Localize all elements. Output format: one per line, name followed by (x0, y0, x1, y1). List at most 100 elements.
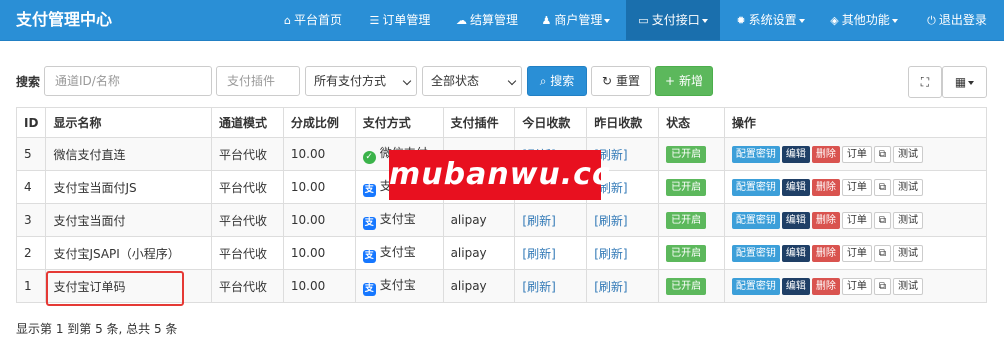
test-button[interactable]: 测试 (893, 178, 924, 196)
refresh-icon: ↻ (602, 74, 613, 88)
delete-button[interactable]: 删除 (811, 178, 840, 196)
column-header[interactable]: 昨日收款 (586, 107, 660, 138)
row-id: 4 (24, 180, 32, 194)
table-cell: [刷新] (514, 203, 588, 237)
copy-icon[interactable]: ⧉ (873, 145, 892, 163)
table-cell: 10.00 (282, 269, 356, 303)
edit-button[interactable]: 编辑 (781, 277, 810, 295)
column-header[interactable]: 支付方式 (354, 107, 444, 138)
columns-toggle-button[interactable]: ▦ (942, 66, 987, 98)
copy-icon[interactable]: ⧉ (873, 244, 892, 262)
config-key-button[interactable]: 配置密钥 (731, 211, 780, 229)
table-cell: alipay (442, 203, 516, 237)
nav-item-label: 支付接口 (651, 13, 700, 27)
nav-item-label: 结算管理 (469, 13, 518, 27)
orders-button[interactable]: 订单 (841, 145, 872, 163)
status-badge[interactable]: 已开启 (666, 178, 707, 196)
copy-icon[interactable]: ⧉ (873, 211, 892, 229)
nav-item-3[interactable]: ♟ 商户管理 (533, 0, 619, 40)
status-select[interactable]: 全部状态 (422, 66, 522, 96)
nav-item-2[interactable]: ☁ 结算管理 (447, 0, 527, 40)
add-button[interactable]: + 新增 (655, 66, 713, 96)
config-key-button[interactable]: 配置密钥 (731, 145, 780, 163)
test-button[interactable]: 测试 (893, 244, 924, 262)
status-badge[interactable]: 已开启 (666, 244, 707, 262)
nav-item-label: 订单管理 (382, 13, 431, 27)
search-icon: ⌕ (539, 74, 547, 88)
yesterday-income-refresh-link[interactable]: [刷新] (594, 214, 627, 228)
edit-button[interactable]: 编辑 (781, 178, 810, 196)
column-header[interactable]: 显示名称 (45, 107, 213, 138)
brand-title[interactable]: 支付管理中心 (16, 0, 112, 40)
pay-type: 支付宝 (379, 278, 416, 292)
actions-cell: 配置密钥 编辑 删除 订单 ⧉ 测试 (723, 203, 988, 237)
config-key-button[interactable]: 配置密钥 (731, 244, 780, 262)
column-header[interactable]: 状态 (658, 107, 725, 138)
column-header[interactable]: ID (15, 107, 47, 138)
channel-search-input[interactable]: 通道ID/名称 (44, 66, 212, 96)
pay-type: 支付宝 (379, 212, 416, 226)
table-cell: 10.00 (282, 236, 356, 270)
reset-button[interactable]: ↻ 重置 (591, 66, 651, 96)
config-key-button[interactable]: 配置密钥 (731, 277, 780, 295)
table-cell: 支付宝JSAPI（小程序） (45, 236, 213, 270)
nav-item-5[interactable]: ✹ 系统设置 (726, 0, 815, 40)
yesterday-income-refresh-link[interactable]: [刷新] (594, 247, 627, 261)
column-header[interactable]: 通道模式 (211, 107, 284, 138)
copy-icon[interactable]: ⧉ (873, 277, 892, 295)
orders-button[interactable]: 订单 (841, 277, 872, 295)
config-key-button[interactable]: 配置密钥 (731, 178, 780, 196)
table-cell: 3 (15, 203, 47, 237)
status-badge[interactable]: 已开启 (666, 211, 707, 229)
column-header[interactable]: 分成比例 (282, 107, 356, 138)
actions-cell: 配置密钥 编辑 删除 订单 ⧉ 测试 (723, 170, 988, 204)
copy-icon[interactable]: ⧉ (873, 178, 892, 196)
channel-name: 支付宝当面付 (53, 213, 126, 228)
table-cell: [刷新] (514, 269, 588, 303)
search-button[interactable]: ⌕ 搜索 (527, 66, 587, 96)
table-cell: [刷新] (586, 203, 660, 237)
split-rate: 10.00 (290, 246, 326, 260)
fullscreen-button[interactable]: ⛶ (908, 66, 942, 98)
today-income-refresh-link[interactable]: [刷新] (522, 247, 555, 261)
today-income-refresh-link[interactable]: [刷新] (522, 280, 555, 294)
orders-button[interactable]: 订单 (841, 211, 872, 229)
caret-icon (798, 18, 805, 23)
table-cell: 2 (15, 236, 47, 270)
plugin-input[interactable]: 支付插件 (216, 66, 300, 96)
edit-button[interactable]: 编辑 (781, 244, 810, 262)
nav-item-label: 商户管理 (554, 13, 603, 27)
test-button[interactable]: 测试 (893, 277, 924, 295)
nav-item-1[interactable]: ☰ 订单管理 (360, 0, 440, 40)
column-header[interactable]: 支付插件 (442, 107, 516, 138)
orders-button[interactable]: 订单 (841, 244, 872, 262)
nav-item-7[interactable]: ⏻ 退出登录 (914, 0, 1000, 40)
delete-button[interactable]: 删除 (811, 145, 840, 163)
caret-icon (968, 80, 975, 85)
table-cell: 平台代收 (211, 236, 284, 270)
status-badge[interactable]: 已开启 (666, 277, 707, 295)
column-header[interactable]: 操作 (723, 107, 988, 138)
alipay-icon: 支 (362, 217, 376, 230)
delete-button[interactable]: 删除 (811, 277, 840, 295)
paytype-select[interactable]: 所有支付方式 (305, 66, 417, 96)
edit-button[interactable]: 编辑 (781, 145, 810, 163)
table-cell: 已开启 (658, 170, 725, 204)
nav-item-4[interactable]: ▭ 支付接口 (626, 0, 720, 40)
nav-item-6[interactable]: ◈ 其他功能 (821, 0, 907, 40)
orders-button[interactable]: 订单 (841, 178, 872, 196)
column-header[interactable]: 今日收款 (514, 107, 588, 138)
yesterday-income-refresh-link[interactable]: [刷新] (594, 280, 627, 294)
table-cell: 已开启 (658, 269, 725, 303)
status-badge[interactable]: 已开启 (666, 145, 707, 163)
test-button[interactable]: 测试 (893, 145, 924, 163)
today-income-refresh-link[interactable]: [刷新] (522, 214, 555, 228)
actions-cell: 配置密钥 编辑 删除 订单 ⧉ 测试 (723, 137, 988, 171)
test-button[interactable]: 测试 (893, 211, 924, 229)
delete-button[interactable]: 删除 (811, 211, 840, 229)
delete-button[interactable]: 删除 (811, 244, 840, 262)
table-cell: 平台代收 (211, 203, 284, 237)
nav-item-0[interactable]: ⌂ 平台首页 (273, 0, 353, 40)
alipay-icon: 支 (362, 250, 376, 263)
edit-button[interactable]: 编辑 (781, 211, 810, 229)
